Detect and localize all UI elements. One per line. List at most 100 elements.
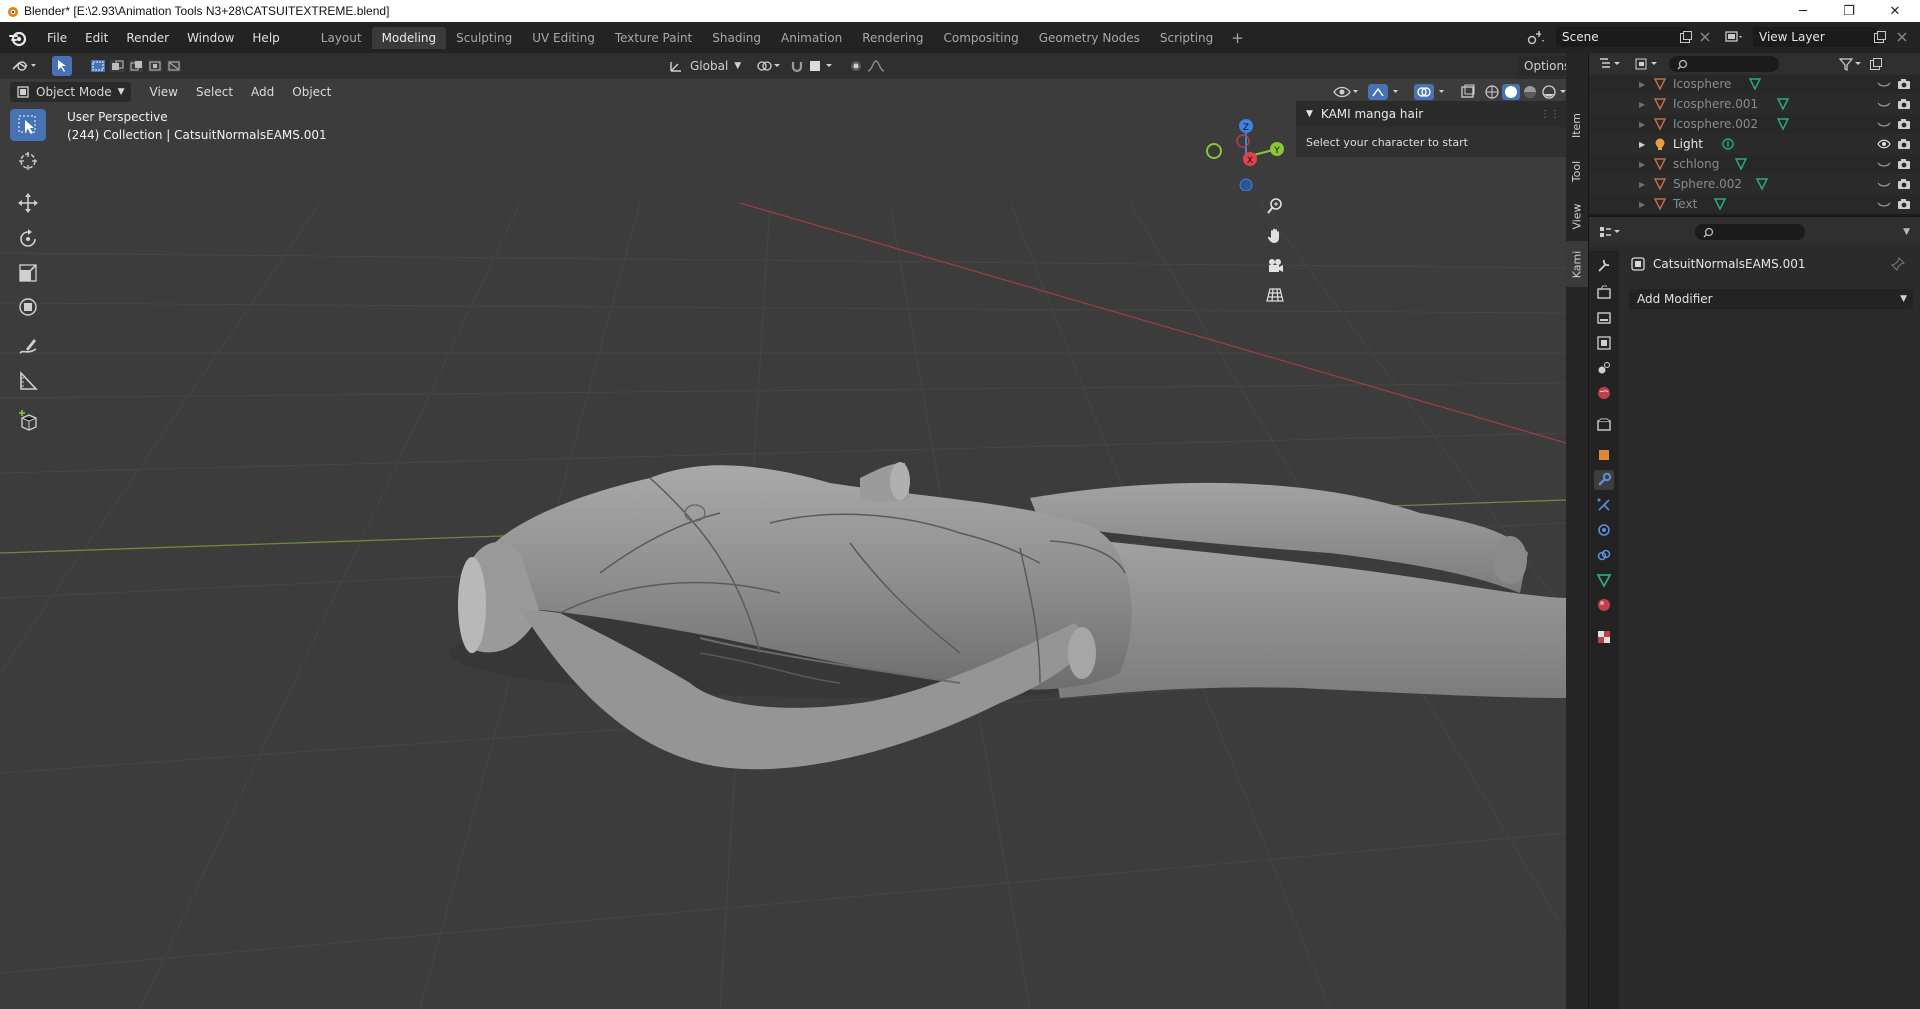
outliner-editor-icon[interactable] — [1599, 57, 1623, 71]
drag-handle-icon[interactable]: ⋮⋮ — [1540, 109, 1560, 120]
pan-button[interactable] — [1262, 223, 1288, 249]
expand-arrow-icon[interactable]: ▶ — [1639, 200, 1645, 209]
camera-view-button[interactable] — [1262, 253, 1288, 279]
menu-help[interactable]: Help — [243, 27, 288, 49]
eye-hidden-icon[interactable] — [1877, 157, 1891, 171]
rotate-tool[interactable] — [10, 223, 46, 255]
catsuit-mesh[interactable] — [458, 462, 1566, 770]
viewport-menu-object[interactable]: Object — [283, 85, 340, 99]
gizmo-neg-x-axis[interactable] — [1236, 134, 1250, 148]
tab-sculpting[interactable]: Sculpting — [446, 27, 522, 49]
particles-icon[interactable] — [1594, 495, 1614, 515]
outliner-row[interactable]: ▶ Light — [1589, 134, 1920, 154]
properties-search-input[interactable] — [1695, 224, 1805, 240]
select-box-tool[interactable] — [10, 109, 46, 141]
outliner-row[interactable]: ▶ Icosphere.002 — [1589, 114, 1920, 134]
delete-view-layer-icon[interactable] — [1892, 27, 1912, 47]
transform-tool[interactable] — [10, 291, 46, 323]
scale-tool[interactable] — [10, 257, 46, 289]
measure-tool[interactable] — [10, 365, 46, 397]
tab-geometry-nodes[interactable]: Geometry Nodes — [1029, 27, 1150, 49]
tab-compositing[interactable]: Compositing — [933, 27, 1028, 49]
expand-arrow-icon[interactable]: ▶ — [1639, 160, 1645, 169]
menu-edit[interactable]: Edit — [76, 27, 117, 49]
eye-hidden-icon[interactable] — [1877, 77, 1891, 91]
delete-scene-icon[interactable] — [1695, 27, 1715, 47]
tab-view[interactable]: View — [1566, 195, 1588, 237]
scene-selector-icon[interactable] — [1526, 28, 1546, 48]
new-scene-icon[interactable] — [1676, 27, 1696, 47]
tab-rendering[interactable]: Rendering — [852, 27, 933, 49]
gizmo-neg-y-axis[interactable] — [1206, 143, 1222, 159]
viewport-menu-view[interactable]: View — [141, 85, 187, 99]
viewport-menu-select[interactable]: Select — [187, 85, 242, 99]
minimize-button[interactable]: ─ — [1780, 0, 1826, 22]
camera-render-icon[interactable] — [1897, 117, 1911, 131]
tab-scripting[interactable]: Scripting — [1150, 27, 1223, 49]
material-icon[interactable] — [1594, 595, 1614, 615]
physics-icon[interactable] — [1594, 520, 1614, 540]
camera-render-icon[interactable] — [1897, 177, 1911, 191]
zoom-button[interactable] — [1262, 193, 1288, 219]
pivot-point-icon[interactable] — [756, 56, 782, 76]
3d-viewport[interactable]: Global ▼ Options ▼ Object Mode ▼ View Se… — [0, 53, 1566, 1009]
pin-icon[interactable] — [1891, 257, 1905, 274]
render-icon[interactable] — [1594, 283, 1614, 303]
annotate-tool[interactable] — [10, 331, 46, 363]
tab-item[interactable]: Item — [1566, 103, 1588, 147]
outliner-row[interactable]: ▶ Sphere.002 — [1589, 174, 1920, 194]
collection-icon[interactable] — [1594, 415, 1614, 435]
object-properties-icon[interactable] — [1594, 445, 1614, 465]
outliner-search-input[interactable] — [1669, 56, 1779, 72]
shading-modes-icons[interactable] — [1484, 82, 1566, 102]
visibility-toggle-icon[interactable] — [1332, 82, 1360, 102]
tool-settings-icon[interactable] — [1594, 256, 1614, 276]
expand-arrow-icon[interactable]: ▶ — [1639, 180, 1645, 189]
output-icon[interactable] — [1594, 308, 1614, 328]
tab-layout[interactable]: Layout — [311, 27, 372, 49]
tab-texture-paint[interactable]: Texture Paint — [605, 27, 702, 49]
properties-editor-icon[interactable] — [1599, 225, 1623, 239]
expand-arrow-icon[interactable]: ▶ — [1639, 140, 1645, 149]
view-layer-icon[interactable] — [1594, 333, 1614, 353]
filter-icon[interactable] — [1839, 57, 1863, 71]
scene-icon[interactable] — [1594, 358, 1614, 378]
snap-toggle-icon[interactable] — [790, 56, 838, 76]
scene-name-field[interactable]: Scene — [1556, 27, 1688, 47]
eye-hidden-icon[interactable] — [1877, 197, 1891, 211]
view-layer-selector-icon[interactable] — [1724, 27, 1744, 47]
chevron-down-icon[interactable]: ▼ — [1903, 227, 1910, 237]
expand-arrow-icon[interactable]: ▶ — [1639, 120, 1645, 129]
menu-window[interactable]: Window — [178, 27, 243, 49]
tab-tool[interactable]: Tool — [1566, 151, 1588, 191]
outliner-row[interactable]: ▶ Icosphere.001 — [1589, 94, 1920, 114]
cursor-tool[interactable] — [10, 145, 46, 177]
move-tool[interactable] — [10, 187, 46, 219]
gizmo-toggle-icon[interactable] — [1368, 82, 1402, 102]
selection-mode-icons[interactable] — [90, 56, 184, 76]
tab-shading[interactable]: Shading — [702, 27, 771, 49]
modifier-wrench-icon[interactable] — [1594, 470, 1614, 490]
tab-modeling[interactable]: Modeling — [371, 26, 447, 49]
maximize-button[interactable]: ❐ — [1826, 0, 1872, 22]
editor-type-icon[interactable] — [10, 56, 38, 76]
tab-uv-editing[interactable]: UV Editing — [522, 27, 605, 49]
expand-arrow-icon[interactable]: ▶ — [1639, 80, 1645, 89]
camera-render-icon[interactable] — [1897, 77, 1911, 91]
options-dropdown[interactable]: Options ▼ — [1518, 56, 1566, 76]
constraints-icon[interactable] — [1594, 545, 1614, 565]
close-window-button[interactable]: ✕ — [1872, 0, 1918, 22]
viewport-scene[interactable] — [0, 53, 1566, 1009]
add-cube-tool[interactable] — [10, 405, 46, 437]
camera-render-icon[interactable] — [1897, 97, 1911, 111]
tab-kami[interactable]: Kami — [1566, 241, 1588, 287]
eye-visible-icon[interactable] — [1877, 137, 1891, 151]
camera-render-icon[interactable] — [1897, 197, 1911, 211]
add-workspace-button[interactable]: + — [1223, 29, 1252, 47]
view-layer-name-field[interactable]: View Layer — [1753, 27, 1878, 47]
gizmo-neg-z-axis[interactable] — [1239, 178, 1253, 191]
display-mode-icon[interactable] — [1635, 57, 1661, 71]
outliner-row[interactable]: ▶ Icosphere — [1589, 75, 1920, 94]
tab-animation[interactable]: Animation — [771, 27, 852, 49]
object-mode-dropdown[interactable]: Object Mode ▼ — [10, 82, 131, 102]
